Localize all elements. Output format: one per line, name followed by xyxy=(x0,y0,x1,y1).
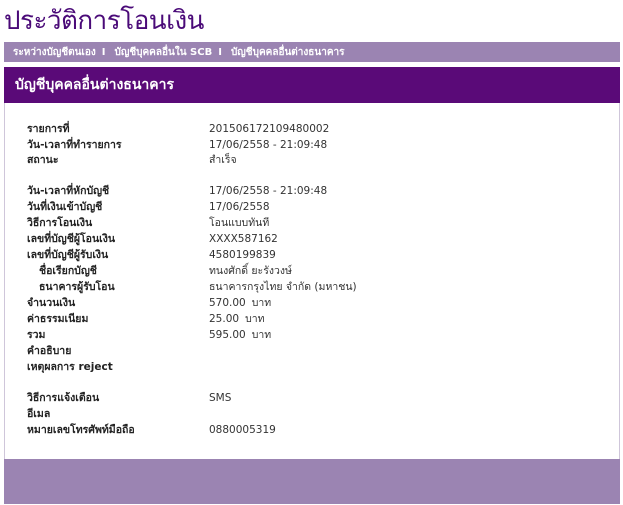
subnav-bar: ระหว่างบัญชีตนเอง I บัญชีบุคคลอื่นใน SCB… xyxy=(4,42,620,62)
status-label: สถานะ xyxy=(27,154,59,166)
credit-date-value: 17/06/2558 xyxy=(209,201,270,213)
page: ประวัติการโอนเงิน ระหว่างบัญชีตนเอง I บั… xyxy=(0,0,623,505)
mobile-value: 0880005319 xyxy=(209,424,276,436)
footer-bar xyxy=(4,459,620,504)
credit-date-label: วันที่เงินเข้าบัญชี xyxy=(27,201,103,213)
bank-value: ธนาคารกรุงไทย จำกัด (มหาชน) xyxy=(209,281,357,293)
total-value-group: 595.00 บาท xyxy=(209,328,271,343)
status-value: สำเร็จ xyxy=(209,154,237,166)
fee-value-group: 25.00 บาท xyxy=(209,312,265,327)
fee-label: ค่าธรรมเนียม xyxy=(27,313,89,325)
total-unit: บาท xyxy=(251,329,272,341)
ref-value: 201506172109480002 xyxy=(209,123,330,135)
details-panel: รายการที่ 201506172109480002 วัน-เวลาที่… xyxy=(4,103,620,459)
notify-method-label: วิธีการแจ้งเตือน xyxy=(27,392,100,404)
mobile-label: หมายเลขโทรศัพท์มือถือ xyxy=(27,424,135,436)
account-name-value: ทนงศักดิ์ ยะรังวงษ์ xyxy=(209,265,292,277)
amount-value: 570.00 xyxy=(209,297,246,309)
to-account-value: 4580199839 xyxy=(209,249,276,261)
notify-method-value: SMS xyxy=(209,392,232,404)
page-title: ประวัติการโอนเงิน xyxy=(4,6,204,36)
subnav-separator: I xyxy=(101,46,106,58)
section-header: บัญชีบุคคลอื่นต่างธนาคาร xyxy=(4,67,620,103)
amount-label: จำนวนเงิน xyxy=(27,297,76,309)
fee-value: 25.00 xyxy=(209,313,240,325)
amount-unit: บาท xyxy=(251,297,272,309)
txn-datetime-value: 17/06/2558 - 21:09:48 xyxy=(209,139,328,151)
reject-label: เหตุผลการ reject xyxy=(27,361,113,373)
from-account-value: XXXX587162 xyxy=(209,233,278,245)
subnav-separator: I xyxy=(218,46,222,58)
bank-label: ธนาคารผู้รับโอน xyxy=(39,281,115,293)
total-value: 595.00 xyxy=(209,329,246,341)
email-label: อีเมล xyxy=(27,408,51,420)
total-label: รวม xyxy=(27,329,46,341)
debit-datetime-value: 17/06/2558 - 21:09:48 xyxy=(209,185,328,197)
fee-unit: บาท xyxy=(245,313,265,325)
ref-label: รายการที่ xyxy=(27,123,70,135)
to-account-label: เลขที่บัญชีผู้รับเงิน xyxy=(27,249,109,261)
subnav-item-own-accounts[interactable]: ระหว่างบัญชีตนเอง xyxy=(4,45,96,60)
amount-value-group: 570.00 บาท xyxy=(209,296,271,311)
subnav-item-other-bank[interactable]: บัญชีบุคคลอื่นต่างธนาคาร xyxy=(222,45,345,60)
txn-datetime-label: วัน-เวลาที่ทำรายการ xyxy=(27,139,122,151)
account-name-label: ชื่อเรียกบัญชี xyxy=(39,265,97,277)
description-label: คำอธิบาย xyxy=(27,345,72,357)
debit-datetime-label: วัน-เวลาที่หักบัญชี xyxy=(27,185,110,197)
method-label: วิธีการโอนเงิน xyxy=(27,217,93,229)
from-account-label: เลขที่บัญชีผู้โอนเงิน xyxy=(27,233,116,245)
method-value: โอนแบบทันที xyxy=(209,217,270,229)
subnav-item-scb-other[interactable]: บัญชีบุคคลอื่นใน SCB xyxy=(105,45,212,60)
